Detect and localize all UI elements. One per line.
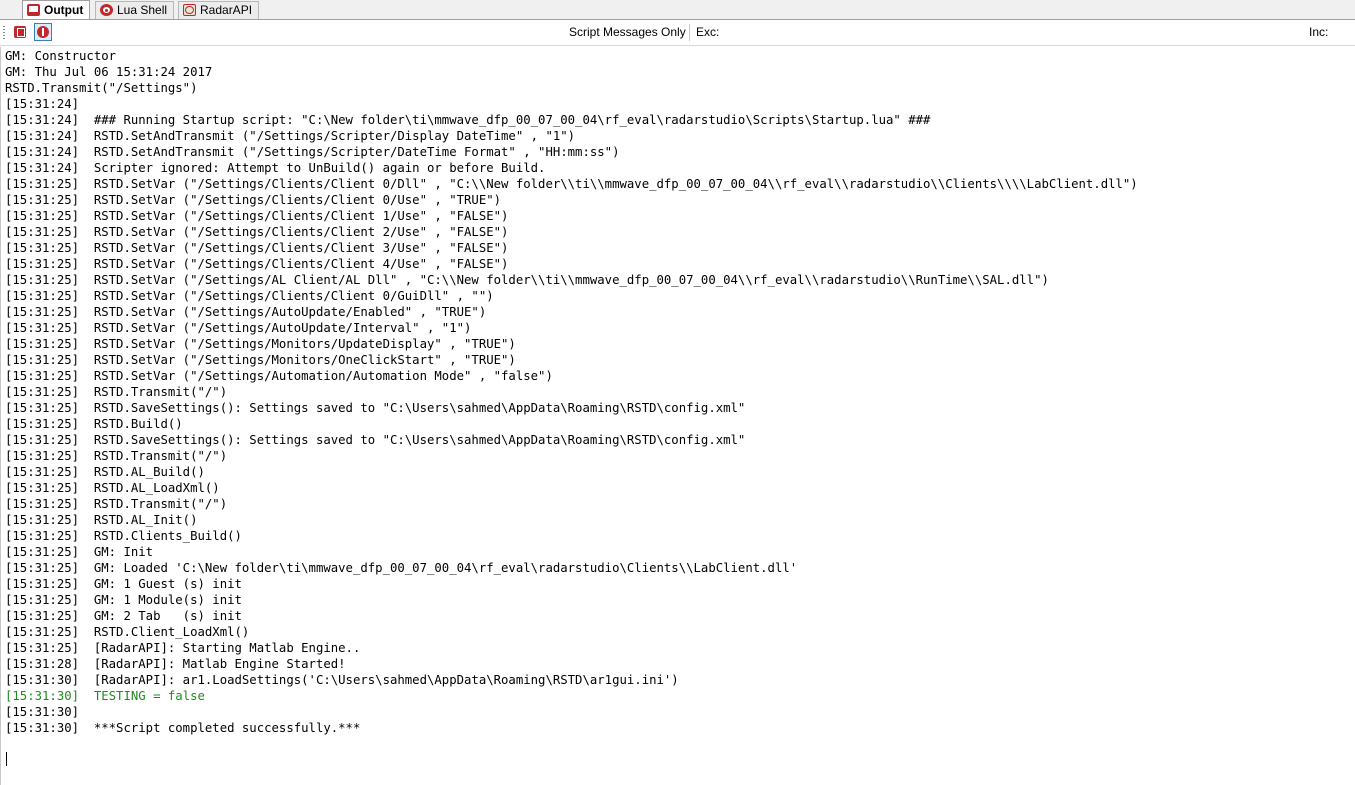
tab-radarapi[interactable]: RadarAPI: [178, 1, 260, 19]
log-line: [15:31:25] RSTD.AL_Build(): [5, 465, 205, 479]
log-line: [15:31:25] RSTD.SetVar ("/Settings/Monit…: [5, 353, 516, 367]
tab-lua-shell[interactable]: Lua Shell: [95, 1, 175, 19]
script-messages-only-toggle[interactable]: Script Messages Only: [569, 25, 686, 39]
log-line: [15:31:25] GM: 2 Tab (s) init: [5, 609, 242, 623]
inc-filter-label: Inc:: [1309, 25, 1329, 39]
toolbar-grip-icon[interactable]: [3, 26, 5, 39]
tab-radarapi-label: RadarAPI: [200, 3, 253, 17]
log-line: [15:31:25] RSTD.SaveSettings(): Settings…: [5, 401, 746, 415]
inc-filter-input[interactable]: [1332, 23, 1354, 42]
log-line: [15:31:25] RSTD.SetVar ("/Settings/Clien…: [5, 225, 509, 239]
log-line: [15:31:25] RSTD.SetVar ("/Settings/AutoU…: [5, 305, 487, 319]
log-line: [15:31:25] GM: 1 Module(s) init: [5, 593, 242, 607]
tab-bar: Output Lua Shell RadarAPI: [0, 0, 1355, 20]
output-icon: [27, 4, 40, 16]
exc-filter-label: Exc:: [696, 25, 720, 39]
log-line: [15:31:30] [RadarAPI]: ar1.LoadSettings(…: [5, 673, 679, 687]
log-line: [15:31:25] RSTD.SetVar ("/Settings/Clien…: [5, 193, 502, 207]
log-line: [15:31:25] RSTD.SetVar ("/Settings/Monit…: [5, 337, 516, 351]
log-line: [15:31:24]: [5, 97, 80, 111]
log-line: [15:31:25] RSTD.Transmit("/"): [5, 497, 228, 511]
log-line: [15:31:24] RSTD.SetAndTransmit ("/Settin…: [5, 129, 576, 143]
text-caret: [6, 752, 7, 766]
log-line: [15:31:25] RSTD.Clients_Build(): [5, 529, 242, 543]
log-line: [15:31:24] Scripter ignored: Attempt to …: [5, 161, 546, 175]
lua-icon: [100, 4, 113, 16]
log-line: [15:31:28] [RadarAPI]: Matlab Engine Sta…: [5, 657, 346, 671]
toolbar-separator: [689, 24, 690, 41]
log-line: [15:31:25] GM: Init: [5, 545, 154, 559]
log-line: [15:31:25] RSTD.SetVar ("/Settings/Autom…: [5, 369, 553, 383]
tab-output[interactable]: Output: [22, 0, 91, 19]
tab-output-label: Output: [44, 3, 84, 17]
log-line: [15:31:25] RSTD.SaveSettings(): Settings…: [5, 433, 746, 447]
log-line: [15:31:25] RSTD.SetVar ("/Settings/AL Cl…: [5, 273, 1049, 287]
log-line: [15:31:25] RSTD.Build(): [5, 417, 183, 431]
log-line: [15:31:25] GM: Loaded 'C:\New folder\ti\…: [5, 561, 798, 575]
tab-lua-shell-label: Lua Shell: [117, 3, 168, 17]
exc-filter-input[interactable]: [722, 23, 1292, 42]
log-line: RSTD.Transmit("/Settings"): [5, 81, 198, 95]
log-line: [15:31:25] RSTD.AL_LoadXml(): [5, 481, 220, 495]
log-list: GM: Constructor GM: Thu Jul 06 15:31:24 2…: [5, 48, 1138, 736]
log-line: [15:31:25] RSTD.SetVar ("/Settings/Clien…: [5, 209, 509, 223]
info-filter-button[interactable]: [34, 23, 52, 41]
log-line: [15:31:25] GM: 1 Guest (s) init: [5, 577, 242, 591]
log-line: [15:31:25] RSTD.Transmit("/"): [5, 385, 228, 399]
log-line: [15:31:25] RSTD.SetVar ("/Settings/AutoU…: [5, 321, 472, 335]
log-line: [15:31:25] RSTD.SetVar ("/Settings/Clien…: [5, 241, 509, 255]
log-line: [15:31:25] RSTD.Transmit("/"): [5, 449, 228, 463]
log-line: [15:31:25] RSTD.SetVar ("/Settings/Clien…: [5, 257, 509, 271]
log-line: [15:31:25] RSTD.SetVar ("/Settings/Clien…: [5, 289, 494, 303]
log-line: [15:31:30] ***Script completed successfu…: [5, 721, 361, 735]
log-line: GM: Constructor: [5, 49, 117, 63]
log-line: GM: Thu Jul 06 15:31:24 2017: [5, 65, 213, 79]
output-console[interactable]: GM: Constructor GM: Thu Jul 06 15:31:24 2…: [0, 47, 1355, 785]
clear-output-button[interactable]: [11, 23, 29, 41]
toolbar: Script Messages Only Exc: Inc:: [0, 20, 1355, 46]
log-line: [15:31:24] RSTD.SetAndTransmit ("/Settin…: [5, 145, 620, 159]
radar-icon: [183, 4, 196, 16]
log-line: [15:31:24] ### Running Startup script: "…: [5, 113, 931, 127]
log-line: [15:31:25] [RadarAPI]: Starting Matlab E…: [5, 641, 361, 655]
log-line: [15:31:30]: [5, 705, 80, 719]
log-line: [15:31:25] RSTD.Client_LoadXml(): [5, 625, 250, 639]
log-line: [15:31:25] RSTD.SetVar ("/Settings/Clien…: [5, 177, 1138, 191]
log-line: [15:31:30] TESTING = false: [5, 689, 205, 703]
log-line: [15:31:25] RSTD.AL_Init(): [5, 513, 198, 527]
